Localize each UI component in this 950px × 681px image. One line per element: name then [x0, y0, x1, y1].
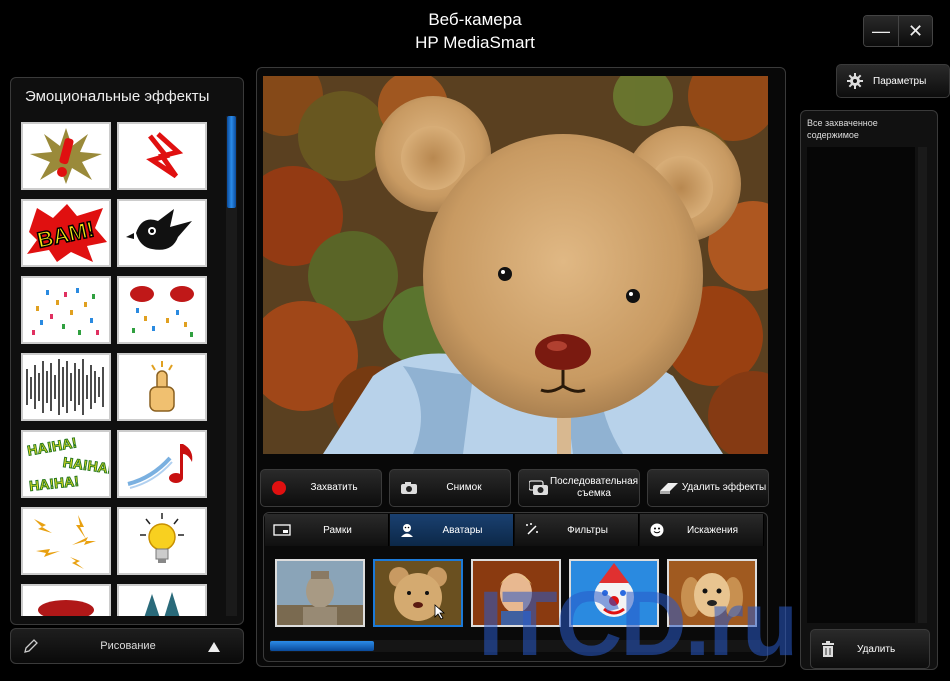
snapshot-label: Снимок: [446, 482, 482, 493]
effect-tile[interactable]: [117, 122, 207, 190]
tab-filters-label: Фильтры: [567, 524, 608, 536]
record-icon: [272, 481, 286, 495]
burst-capture-button[interactable]: Последовательная съемка: [518, 469, 640, 507]
effect-tile[interactable]: BAM!: [21, 199, 111, 267]
burst-capture-label: Последовательная съемка: [549, 476, 639, 500]
avatars-scroll-thumb[interactable]: [270, 641, 374, 651]
minimize-button[interactable]: —: [864, 16, 898, 46]
window-subtitle: HP MediaSmart: [415, 33, 535, 52]
minimize-icon: —: [872, 20, 890, 41]
expand-up-icon[interactable]: [207, 641, 221, 653]
avatar-clown[interactable]: [569, 559, 659, 627]
avatar-blond-man[interactable]: [471, 559, 561, 627]
red-lips-icon: [38, 600, 94, 616]
captured-content-title: Все захваченное содержимое: [807, 118, 878, 140]
effect-tile[interactable]: HA!HA! HA!HA! HA!HA!: [21, 430, 111, 498]
effects-panel: Эмоциональные эффекты BAM! HA!HA! HA!HA!…: [10, 77, 244, 625]
effect-tile[interactable]: [117, 584, 207, 616]
light-bulb-icon: [140, 513, 184, 563]
effect-tile[interactable]: [117, 276, 207, 344]
eraser-icon: [660, 483, 678, 494]
effect-tile[interactable]: [117, 430, 207, 498]
effect-tile[interactable]: [117, 507, 207, 575]
webcam-preview: [263, 76, 768, 454]
bird-icon: [126, 209, 192, 250]
haha-icon: HA!HA! HA!HA! HA!HA!: [26, 434, 109, 495]
exclamation-burst-icon: [30, 128, 102, 184]
lips-confetti-icon: [130, 286, 194, 337]
burst-capture-label-line1: Последовательная: [549, 476, 639, 487]
close-button[interactable]: ✕: [898, 16, 932, 46]
burst-capture-label-line2: съемка: [577, 488, 611, 499]
settings-button[interactable]: Параметры: [836, 64, 950, 98]
snapshot-button[interactable]: Снимок: [389, 469, 511, 507]
drawing-bar[interactable]: Рисование: [10, 628, 244, 664]
static-lines-icon: [23, 355, 109, 419]
trees-icon: [144, 592, 180, 616]
tab-frames-label: Рамки: [323, 524, 352, 536]
tab-filters[interactable]: Фильтры: [515, 514, 639, 546]
bam-icon: BAM!: [27, 204, 107, 262]
tab-avatars[interactable]: Аватары: [390, 514, 514, 546]
frame-icon: [273, 524, 291, 536]
window-title: Веб-камера: [428, 10, 522, 29]
confetti-icon: [32, 288, 99, 335]
lightning-bolts-icon: [34, 515, 96, 569]
effect-tile[interactable]: [21, 122, 111, 190]
tab-distortions-label: Искажения: [686, 524, 739, 536]
delete-button[interactable]: Удалить: [810, 629, 930, 669]
remove-effects-label: Удалить эффекты: [681, 482, 767, 493]
effect-tile[interactable]: [21, 584, 111, 616]
tab-distortions[interactable]: Искажения: [640, 514, 764, 546]
effect-tile[interactable]: [117, 353, 207, 421]
avatar-terracotta-warrior[interactable]: [275, 559, 365, 627]
camera-icon: [401, 482, 417, 494]
delete-label: Удалить: [857, 643, 896, 655]
effects-grid: BAM! HA!HA! HA!HA! HA!HA!: [21, 122, 217, 616]
close-icon: ✕: [907, 20, 924, 41]
effect-tile[interactable]: [21, 507, 111, 575]
smiley-icon: [650, 523, 664, 537]
tab-frames[interactable]: Рамки: [265, 514, 389, 546]
thumbs-up-icon: [149, 361, 175, 412]
music-note-icon: [127, 444, 193, 489]
svg-text:HA!HA!: HA!HA!: [28, 473, 79, 494]
avatars-scrollbar[interactable]: [270, 640, 760, 652]
effects-scrollbar[interactable]: [226, 116, 237, 616]
capture-button[interactable]: Захватить: [260, 469, 382, 507]
red-zigzag-icon: [146, 132, 184, 179]
remove-effects-button[interactable]: Удалить эффекты: [647, 469, 769, 507]
burst-camera-icon: [529, 480, 548, 495]
avatar-teddy-bear[interactable]: [373, 559, 463, 627]
effects-panel-title: Эмоциональные эффекты: [25, 88, 210, 105]
magic-wand-icon: [526, 523, 538, 535]
capture-label: Захватить: [310, 482, 358, 493]
avatar-dog[interactable]: [667, 559, 757, 627]
tab-avatars-label: Аватары: [442, 524, 483, 536]
effect-tile[interactable]: [21, 276, 111, 344]
window-controls: — ✕: [863, 15, 933, 47]
effect-tile[interactable]: [117, 199, 207, 267]
effects-scroll-thumb[interactable]: [227, 116, 236, 208]
gear-icon: [847, 73, 863, 89]
avatar-icon: [401, 524, 413, 537]
settings-label: Параметры: [873, 75, 927, 87]
captured-content-panel: Все захваченное содержимое: [800, 110, 938, 670]
title-bar: Веб-камера HP MediaSmart — ✕: [0, 0, 950, 62]
effect-tile[interactable]: [21, 353, 111, 421]
captured-content-scrollbar[interactable]: [918, 147, 927, 623]
captured-content-list[interactable]: [807, 147, 915, 623]
trash-icon: [822, 641, 834, 657]
